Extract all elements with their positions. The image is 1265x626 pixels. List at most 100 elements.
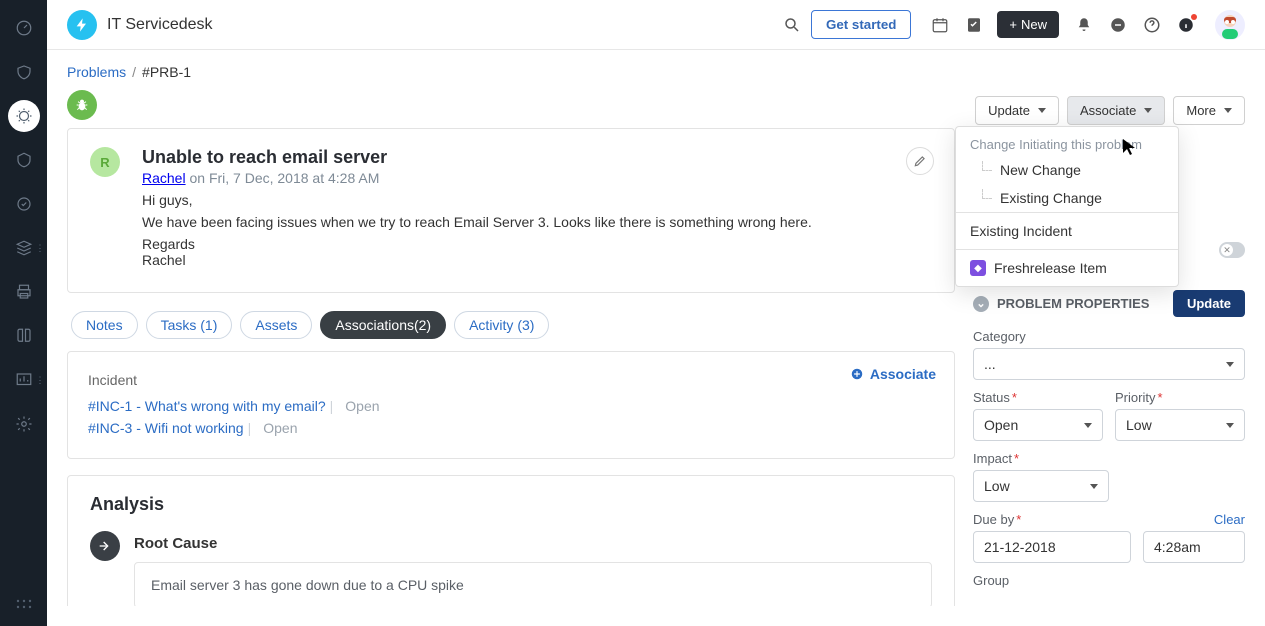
assoc-link[interactable]: #INC-3 - Wifi not working xyxy=(88,420,244,436)
panel-toggle[interactable]: ✕ xyxy=(1219,242,1245,258)
get-started-button[interactable]: Get started xyxy=(811,10,911,39)
tree-branch-icon xyxy=(982,161,992,171)
more-dropdown-button[interactable]: More xyxy=(1173,96,1245,125)
status-label: Status xyxy=(973,390,1010,405)
requester-avatar: R xyxy=(90,147,120,177)
rail-grip-icon[interactable] xyxy=(8,588,40,620)
caret-down-icon xyxy=(1226,362,1234,367)
clear-link[interactable]: Clear xyxy=(1214,512,1245,527)
problem-bug-icon xyxy=(67,90,97,120)
search-icon[interactable] xyxy=(783,16,801,34)
analysis-card: Analysis Root Cause Email server 3 has g… xyxy=(67,475,955,606)
root-cause-text: Email server 3 has gone down due to a CP… xyxy=(134,562,932,606)
assoc-link[interactable]: #INC-1 - What's wrong with my email? xyxy=(88,398,326,414)
assoc-row: #INC-1 - What's wrong with my email?|Ope… xyxy=(88,398,934,414)
analysis-title: Analysis xyxy=(90,494,932,515)
body-line: We have been facing issues when we try t… xyxy=(142,214,902,230)
body-line: Hi guys, xyxy=(142,192,902,208)
tab-assets[interactable]: Assets xyxy=(240,311,312,339)
dots-icon: ⋮ xyxy=(36,247,42,249)
chevron-down-icon: ⌄ xyxy=(973,296,989,312)
caret-down-icon xyxy=(1084,423,1092,428)
new-label: New xyxy=(1021,17,1047,32)
rail-ticket-icon[interactable] xyxy=(8,56,40,88)
associate-dropdown-button[interactable]: Associate xyxy=(1067,96,1165,125)
dropdown-item-label: Existing Incident xyxy=(970,223,1072,239)
dropdown-item-label: Existing Change xyxy=(1000,190,1102,206)
dropdown-existing-change[interactable]: Existing Change xyxy=(956,184,1178,212)
requested-on: on Fri, 7 Dec, 2018 at 4:28 AM xyxy=(186,170,380,186)
root-cause-icon xyxy=(90,531,120,561)
properties-header[interactable]: ⌄ PROBLEM PROPERTIES Update xyxy=(973,290,1245,317)
caret-down-icon xyxy=(1224,108,1232,113)
associations-card: Associate Incident #INC-1 - What's wrong… xyxy=(67,351,955,459)
properties-heading: PROBLEM PROPERTIES xyxy=(997,296,1149,311)
root-cause-label: Root Cause xyxy=(134,535,932,552)
chat-icon[interactable] xyxy=(1109,16,1127,34)
brand-name: IT Servicedesk xyxy=(107,16,213,34)
assoc-row: #INC-3 - Wifi not working|Open xyxy=(88,420,934,436)
due-time-value: 4:28am xyxy=(1154,539,1201,555)
associate-label: Associate xyxy=(1080,103,1136,118)
rail-problem-icon[interactable] xyxy=(8,100,40,132)
tab-activity[interactable]: Activity (3) xyxy=(454,311,549,339)
group-label: Group xyxy=(973,573,1245,588)
rail-report-icon[interactable]: ⋮ xyxy=(8,364,40,396)
tab-associations[interactable]: Associations(2) xyxy=(320,311,446,339)
close-icon: ✕ xyxy=(1221,244,1233,256)
rail-dashboard-icon[interactable] xyxy=(8,12,40,44)
tab-tasks[interactable]: Tasks (1) xyxy=(146,311,233,339)
rail-asset-icon[interactable]: ⋮ xyxy=(8,232,40,264)
left-column: R Unable to reach email server Rachel on… xyxy=(67,120,955,606)
impact-value: Low xyxy=(984,478,1010,494)
plus-icon: + xyxy=(1009,17,1017,32)
tab-notes[interactable]: Notes xyxy=(71,311,138,339)
dropdown-item-label: Freshrelease Item xyxy=(994,260,1107,276)
associate-inline-button[interactable]: Associate xyxy=(850,366,936,382)
tree-branch-icon xyxy=(982,189,992,199)
caret-down-icon xyxy=(1038,108,1046,113)
dropdown-new-change[interactable]: New Change xyxy=(956,156,1178,184)
caret-down-icon xyxy=(1144,108,1152,113)
due-date-input[interactable]: 21-12-2018 xyxy=(973,531,1131,563)
breadcrumb-root[interactable]: Problems xyxy=(67,64,126,80)
body-line: Rachel xyxy=(142,252,902,268)
new-button[interactable]: + New xyxy=(997,11,1059,38)
calendar-icon[interactable] xyxy=(931,16,949,34)
properties-update-button[interactable]: Update xyxy=(1173,290,1245,317)
status-select[interactable]: Open xyxy=(973,409,1103,441)
category-value: ... xyxy=(984,356,996,372)
impact-label: Impact xyxy=(973,451,1012,466)
dropdown-existing-incident[interactable]: Existing Incident xyxy=(956,213,1178,249)
app-rail: ⋮ ⋮ xyxy=(0,0,47,626)
rail-settings-icon[interactable] xyxy=(8,408,40,440)
rail-change-icon[interactable] xyxy=(8,144,40,176)
caret-down-icon xyxy=(1226,423,1234,428)
rail-release-icon[interactable] xyxy=(8,188,40,220)
due-time-input[interactable]: 4:28am xyxy=(1143,531,1245,563)
priority-value: Low xyxy=(1126,417,1152,433)
priority-select[interactable]: Low xyxy=(1115,409,1245,441)
dropdown-freshrelease[interactable]: ◆Freshrelease Item xyxy=(956,250,1178,286)
ticket-title: Unable to reach email server xyxy=(142,147,902,168)
body-line: Regards xyxy=(142,236,902,252)
rail-print-icon[interactable] xyxy=(8,276,40,308)
assoc-status: Open xyxy=(263,420,297,436)
category-select[interactable]: ... xyxy=(973,348,1245,380)
help-icon[interactable] xyxy=(1143,16,1161,34)
rail-kb-icon[interactable] xyxy=(8,320,40,352)
bell-icon[interactable] xyxy=(1075,16,1093,34)
due-date-value: 21-12-2018 xyxy=(984,539,1056,555)
edit-button[interactable] xyxy=(906,147,934,175)
requester-name[interactable]: Rachel xyxy=(142,170,186,186)
update-dropdown-button[interactable]: Update xyxy=(975,96,1059,125)
priority-label: Priority xyxy=(1115,390,1155,405)
impact-select[interactable]: Low xyxy=(973,470,1109,502)
todo-icon[interactable] xyxy=(965,16,983,34)
info-icon[interactable] xyxy=(1177,16,1195,34)
avatar[interactable] xyxy=(1215,10,1245,40)
dropdown-item-label: New Change xyxy=(1000,162,1081,178)
dots-icon: ⋮ xyxy=(36,379,42,381)
category-label: Category xyxy=(973,329,1245,344)
update-label: Update xyxy=(988,103,1030,118)
